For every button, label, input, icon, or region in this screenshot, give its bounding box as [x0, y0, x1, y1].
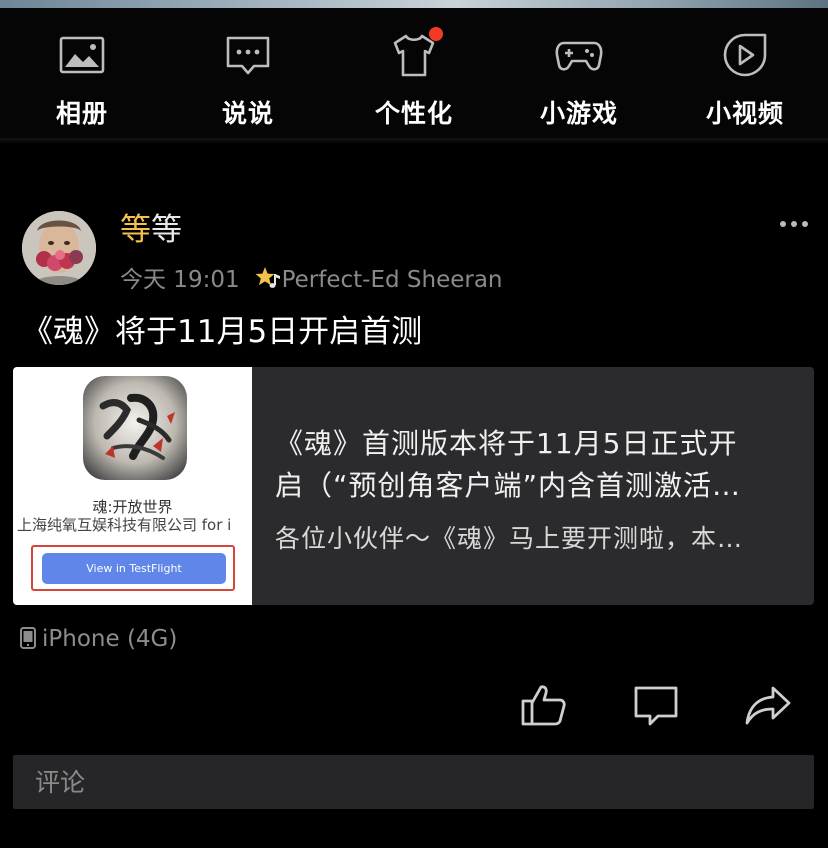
comment-icon: [634, 686, 678, 726]
gamepad-icon: [554, 30, 604, 80]
share-icon: [745, 686, 791, 725]
thumb-developer: 上海纯氧互娱科技有限公司 for i: [17, 516, 232, 534]
username[interactable]: 等等: [120, 204, 182, 249]
share-thumbnail: 魂:开放世界 上海纯氧互娱科技有限公司 for i View in TestFl…: [13, 367, 252, 605]
nav-label-moments: 说说: [221, 99, 274, 128]
thumbs-up-icon: [521, 685, 566, 726]
nav-label-personalize: 个性化: [374, 99, 453, 128]
post-tag[interactable]: Perfect-Ed Sheeran: [282, 267, 503, 293]
like-button[interactable]: [520, 681, 568, 729]
post-meta: 今天 19:01 Perfect-Ed Sheeran: [120, 260, 503, 294]
share-card-title: 《魂》首测版本将于11月5日正式开 启（“预创角客户端”内含首测激活…: [275, 423, 797, 507]
testflight-button: View in TestFlight: [42, 553, 226, 584]
post-time: 今天 19:01: [120, 267, 240, 293]
post-text: 《魂》将于11月5日开启首测: [22, 314, 423, 350]
comment-input[interactable]: [13, 755, 814, 809]
nav-label-short-video: 小视频: [705, 99, 784, 128]
nav-divider: [0, 138, 828, 144]
nav-item-personalize[interactable]: 个性化: [344, 8, 484, 138]
photo-album-icon: [57, 30, 107, 80]
nav-item-mini-games[interactable]: 小游戏: [509, 8, 649, 138]
device-label: iPhone (4G): [42, 626, 178, 652]
share-button[interactable]: [744, 681, 792, 729]
more-options-icon[interactable]: [778, 216, 810, 232]
share-card[interactable]: 魂:开放世界 上海纯氧互娱科技有限公司 for i View in TestFl…: [13, 367, 814, 605]
comment-button[interactable]: [632, 681, 680, 729]
chat-bubble-icon: [223, 30, 273, 80]
nav-item-short-video[interactable]: 小视频: [675, 8, 815, 138]
username-first-char: 等: [120, 212, 151, 248]
notification-badge: [429, 27, 443, 41]
app-logo-icon: [83, 376, 187, 480]
top-banner-strip: [0, 0, 828, 8]
play-video-icon: [720, 30, 770, 80]
username-rest: 等: [151, 212, 182, 248]
phone-icon: [20, 627, 36, 649]
share-card-title-line2: 启（“预创角客户端”内含首测激活…: [275, 469, 742, 502]
nav-item-album[interactable]: 相册: [12, 8, 152, 138]
nav-label-album: 相册: [55, 99, 108, 128]
star-music-icon: [255, 267, 280, 288]
comment-box[interactable]: [13, 755, 814, 809]
share-card-description: 各位小伙伴～《魂》马上要开测啦，本…: [275, 524, 744, 553]
nav-item-moments[interactable]: 说说: [178, 8, 318, 138]
quick-nav-bar: 相册 说说 个性化 小游戏 小视频: [0, 8, 828, 138]
share-card-title-line1: 《魂》首测版本将于11月5日正式开: [275, 427, 738, 460]
nav-label-mini-games: 小游戏: [539, 99, 618, 128]
avatar[interactable]: [22, 211, 96, 285]
device-info: iPhone (4G): [20, 626, 177, 652]
